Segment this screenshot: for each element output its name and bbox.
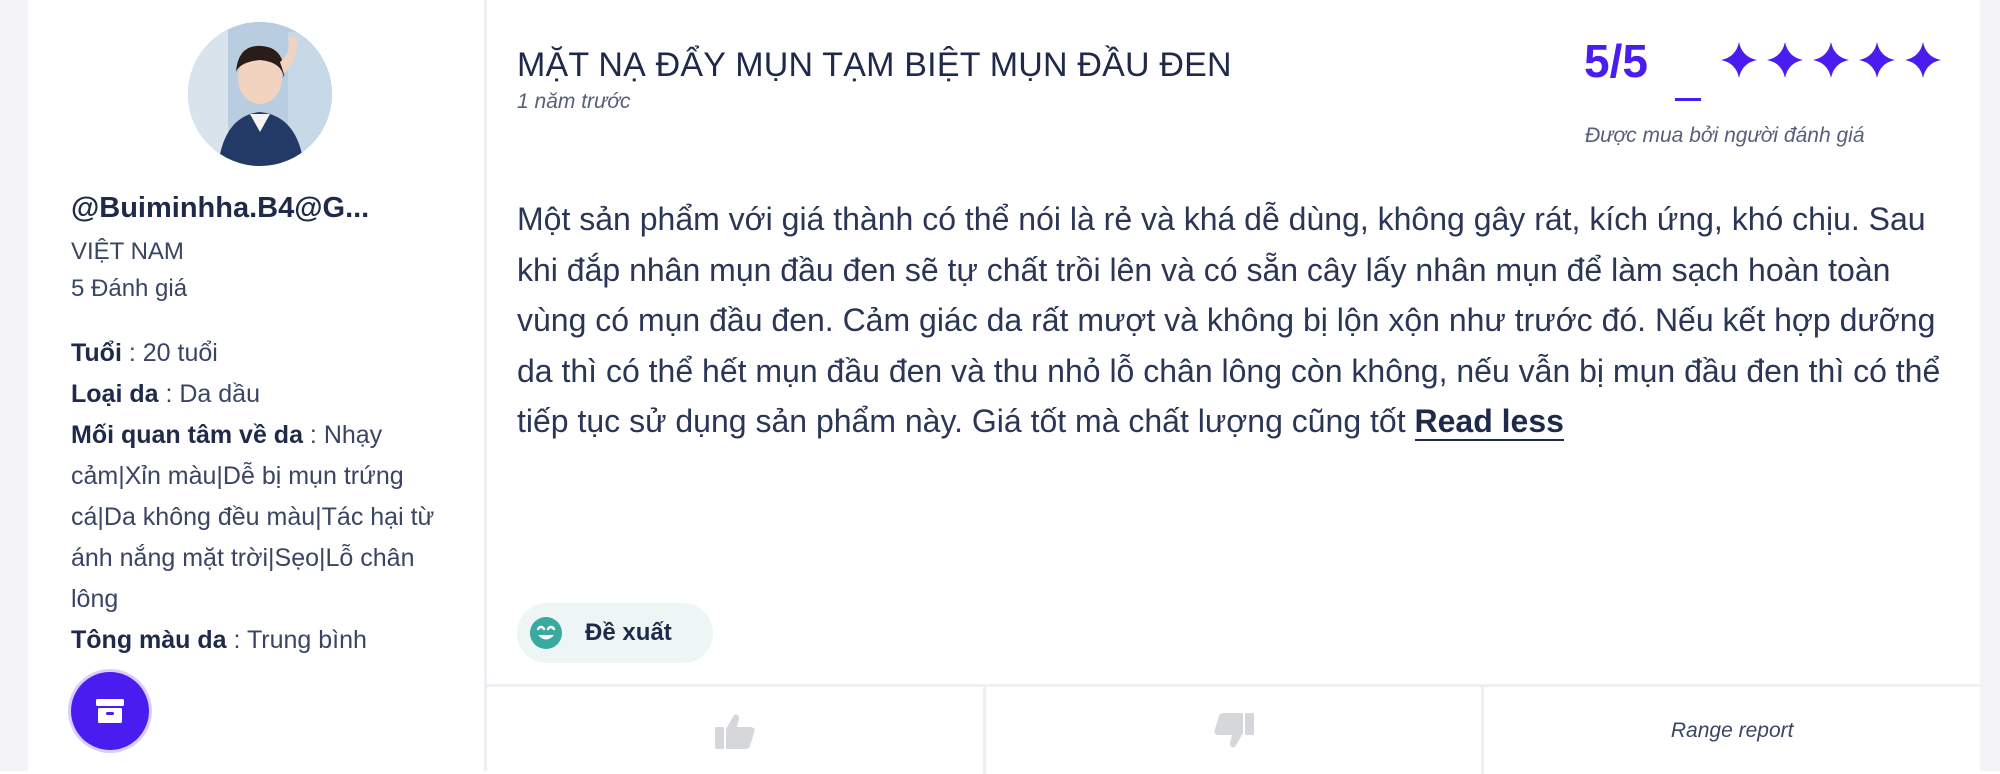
dislike-button[interactable] (986, 687, 1485, 774)
attribute-value: : 20 tuổi (121, 339, 218, 367)
attribute-skin-concerns: Mối quan tâm về da : Nhạy cảm|Xỉn màu|Dễ… (71, 415, 451, 620)
attribute-label: Tông màu da (71, 626, 227, 654)
report-label: Range report (1670, 718, 1794, 742)
attribute-skin-tone: Tông màu da : Trung bình (71, 620, 451, 661)
attribute-label: Loại da (71, 380, 159, 408)
page-right-margin (1980, 0, 2000, 771)
reviewer-country: VIỆT NAM (71, 238, 184, 265)
review-card: @Buiminhha.B4@G... VIỆT NAM 5 Đánh giá T… (28, 0, 1980, 774)
recommend-label: Đề xuất (585, 619, 672, 646)
attribute-value: : Trung bình (226, 626, 367, 654)
report-button[interactable]: Range report (1484, 687, 1980, 774)
star-icon (1813, 42, 1849, 78)
review-score: 5/5 (1584, 35, 1648, 87)
star-icon (1859, 42, 1895, 78)
page-left-margin (0, 0, 28, 771)
rating-stars (1719, 40, 1943, 80)
attribute-label: Tuổi (71, 339, 122, 367)
score-underline (1675, 98, 1701, 101)
archive-button[interactable] (71, 672, 149, 750)
review-actions: Range report (487, 684, 1980, 774)
attribute-age: Tuổi : 20 tuổi (71, 333, 451, 374)
attribute-skin-type: Loại da : Da dầu (71, 374, 451, 415)
avatar-image (188, 22, 332, 166)
star-icon (1905, 42, 1941, 78)
smile-icon (530, 617, 562, 649)
recommend-badge: Đề xuất (517, 603, 713, 663)
review-body-text: Một sản phẩm với giá thành có thể nói là… (517, 201, 1941, 439)
read-less-link[interactable]: Read less (1414, 403, 1564, 441)
review-time: 1 năm trước (517, 90, 631, 113)
review-title: MẶT NẠ ĐẨY MỤN TẠM BIỆT MỤN ĐẦU ĐEN (517, 46, 1232, 84)
reviewer-username[interactable]: @Buiminhha.B4@G... (71, 192, 369, 225)
star-icon (1767, 42, 1803, 78)
attribute-value: : Da dầu (158, 380, 260, 408)
review-main: MẶT NẠ ĐẨY MỤN TẠM BIỆT MỤN ĐẦU ĐEN 1 nă… (487, 0, 1980, 774)
avatar[interactable] (188, 22, 332, 166)
star-icon (1721, 42, 1757, 78)
archive-icon (96, 699, 124, 723)
reviewer-sidebar: @Buiminhha.B4@G... VIỆT NAM 5 Đánh giá T… (28, 0, 487, 771)
reviewer-attributes: Tuổi : 20 tuổi Loại da : Da dầu Mối quan… (71, 333, 451, 661)
thumbs-down-icon (1213, 712, 1254, 747)
attribute-value: : Nhạy cảm|Xỉn màu|Dễ bị mụn trứng cá|Da… (71, 421, 435, 613)
reviewer-review-count: 5 Đánh giá (71, 275, 188, 302)
thumbs-up-icon (714, 714, 755, 749)
like-button[interactable] (487, 687, 986, 774)
review-body: Một sản phẩm với giá thành có thể nói là… (517, 194, 1957, 447)
verified-purchase-label: Được mua bởi người đánh giá (1585, 124, 1865, 147)
attribute-label: Mối quan tâm về da (71, 421, 303, 449)
